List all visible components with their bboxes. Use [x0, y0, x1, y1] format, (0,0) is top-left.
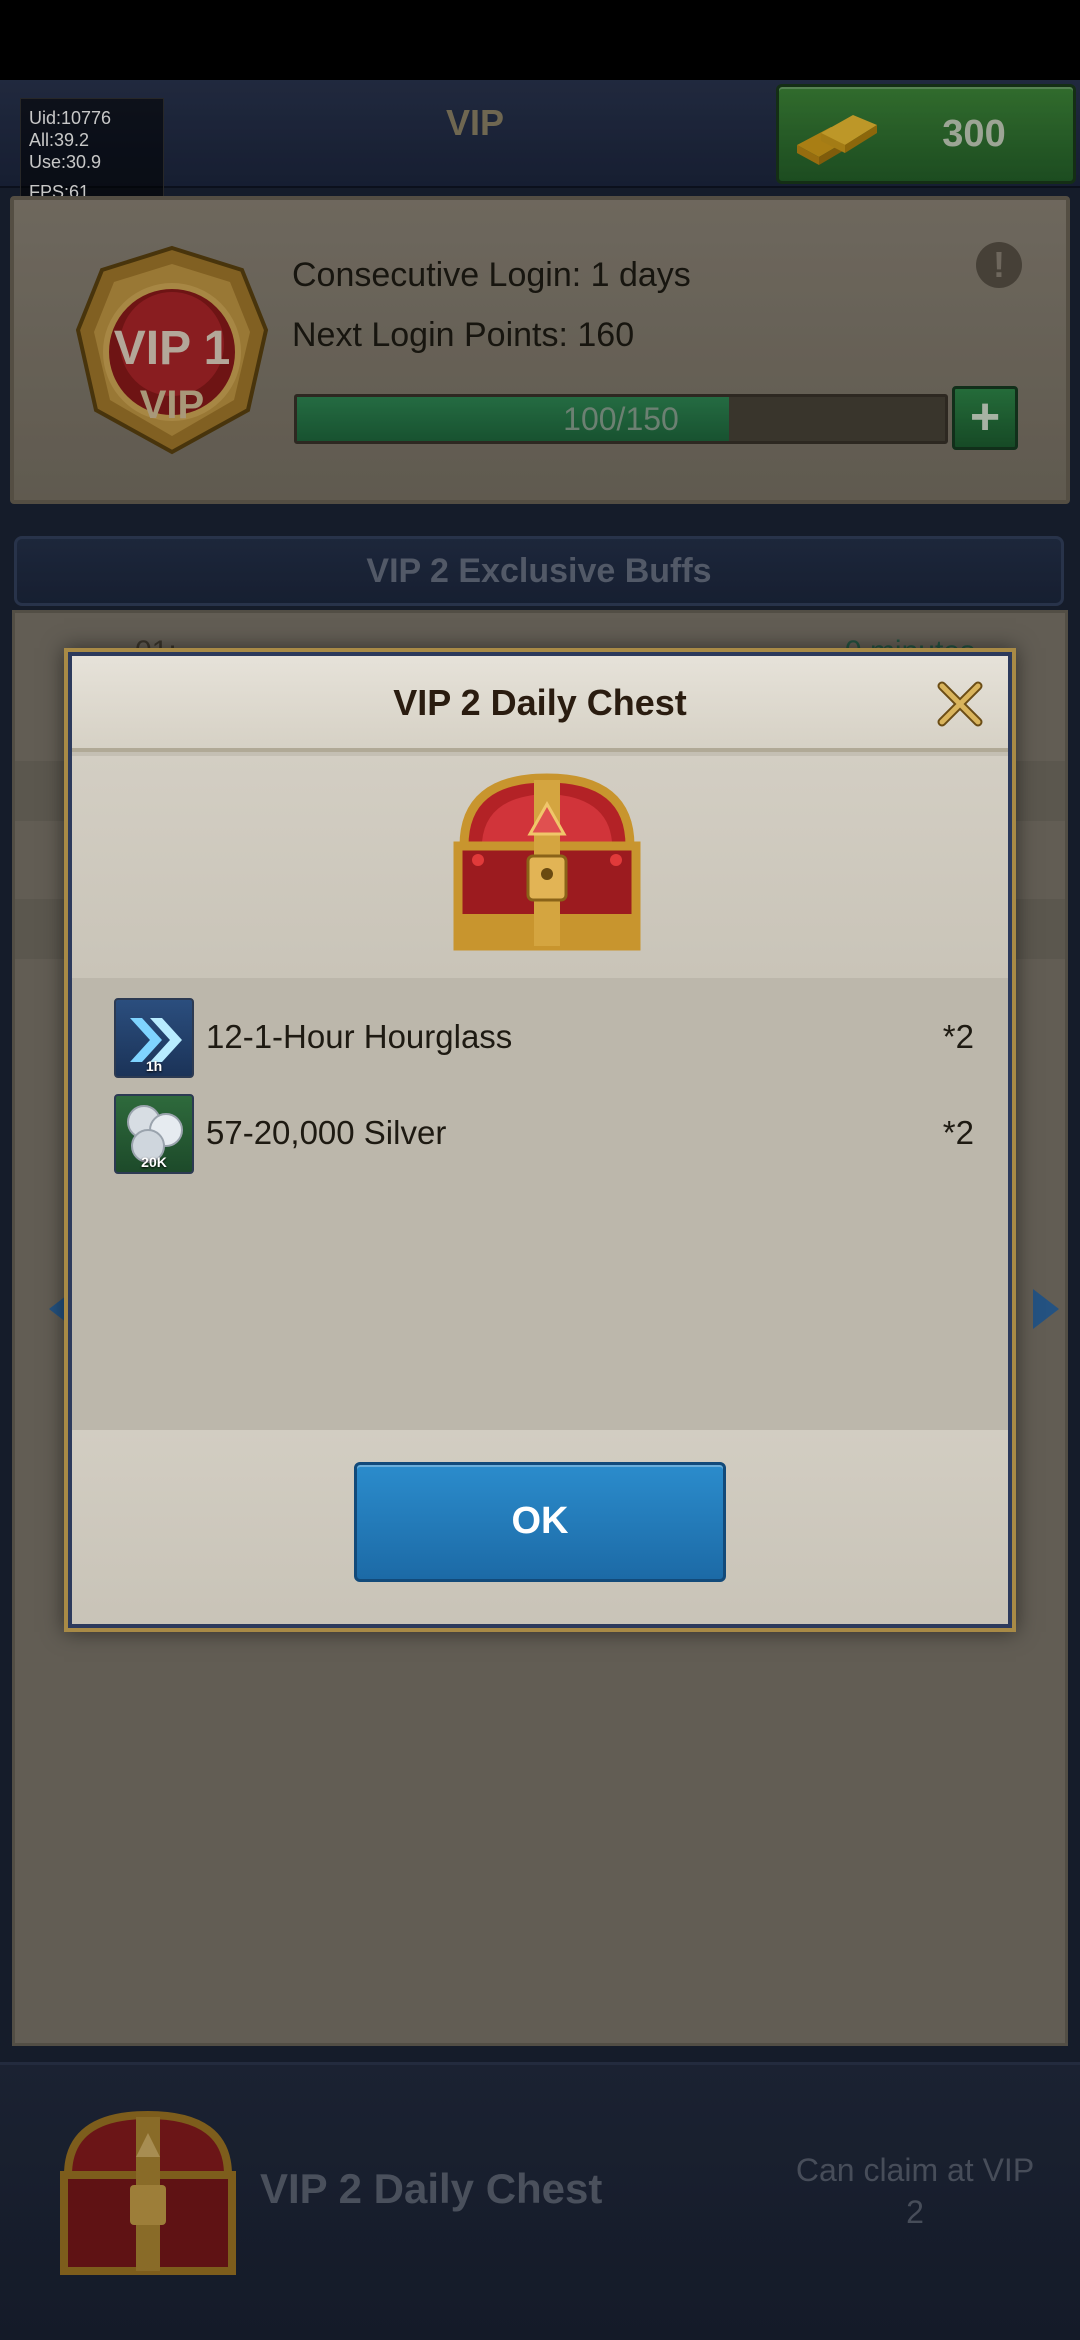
reward-list: 1h 12-1-Hour Hourglass *2 20K 57-20,000 …: [72, 978, 1008, 1430]
reward-item-tag: 1h: [145, 1058, 163, 1074]
dialog-title: VIP 2 Daily Chest: [393, 682, 687, 723]
reward-item-tag: 20K: [141, 1154, 167, 1170]
chest-preview: [72, 756, 1008, 978]
reward-item-quantity: *2: [942, 1018, 974, 1055]
ok-button[interactable]: OK: [354, 1462, 726, 1582]
reward-item: 20K 57-20,000 Silver *2: [114, 1094, 974, 1176]
hourglass-speedup-icon: 1h: [114, 998, 194, 1078]
reward-item-name: 57-20,000 Silver: [206, 1114, 447, 1151]
dialog-body: VIP 2 Daily Chest 1h 12-1-Hour Hourglass…: [72, 656, 1008, 1624]
close-icon[interactable]: [934, 678, 986, 730]
reward-item: 1h 12-1-Hour Hourglass *2: [114, 998, 974, 1080]
dialog-header: VIP 2 Daily Chest: [72, 656, 1008, 752]
silver-coins-icon: 20K: [114, 1094, 194, 1174]
reward-item-quantity: *2: [942, 1114, 974, 1151]
daily-chest-dialog: VIP 2 Daily Chest 1h 12-1-Hour Hourglass…: [64, 648, 1016, 1632]
dialog-footer: OK: [72, 1430, 1008, 1624]
treasure-chest-icon: [453, 773, 641, 951]
reward-item-name: 12-1-Hour Hourglass: [206, 1018, 513, 1055]
